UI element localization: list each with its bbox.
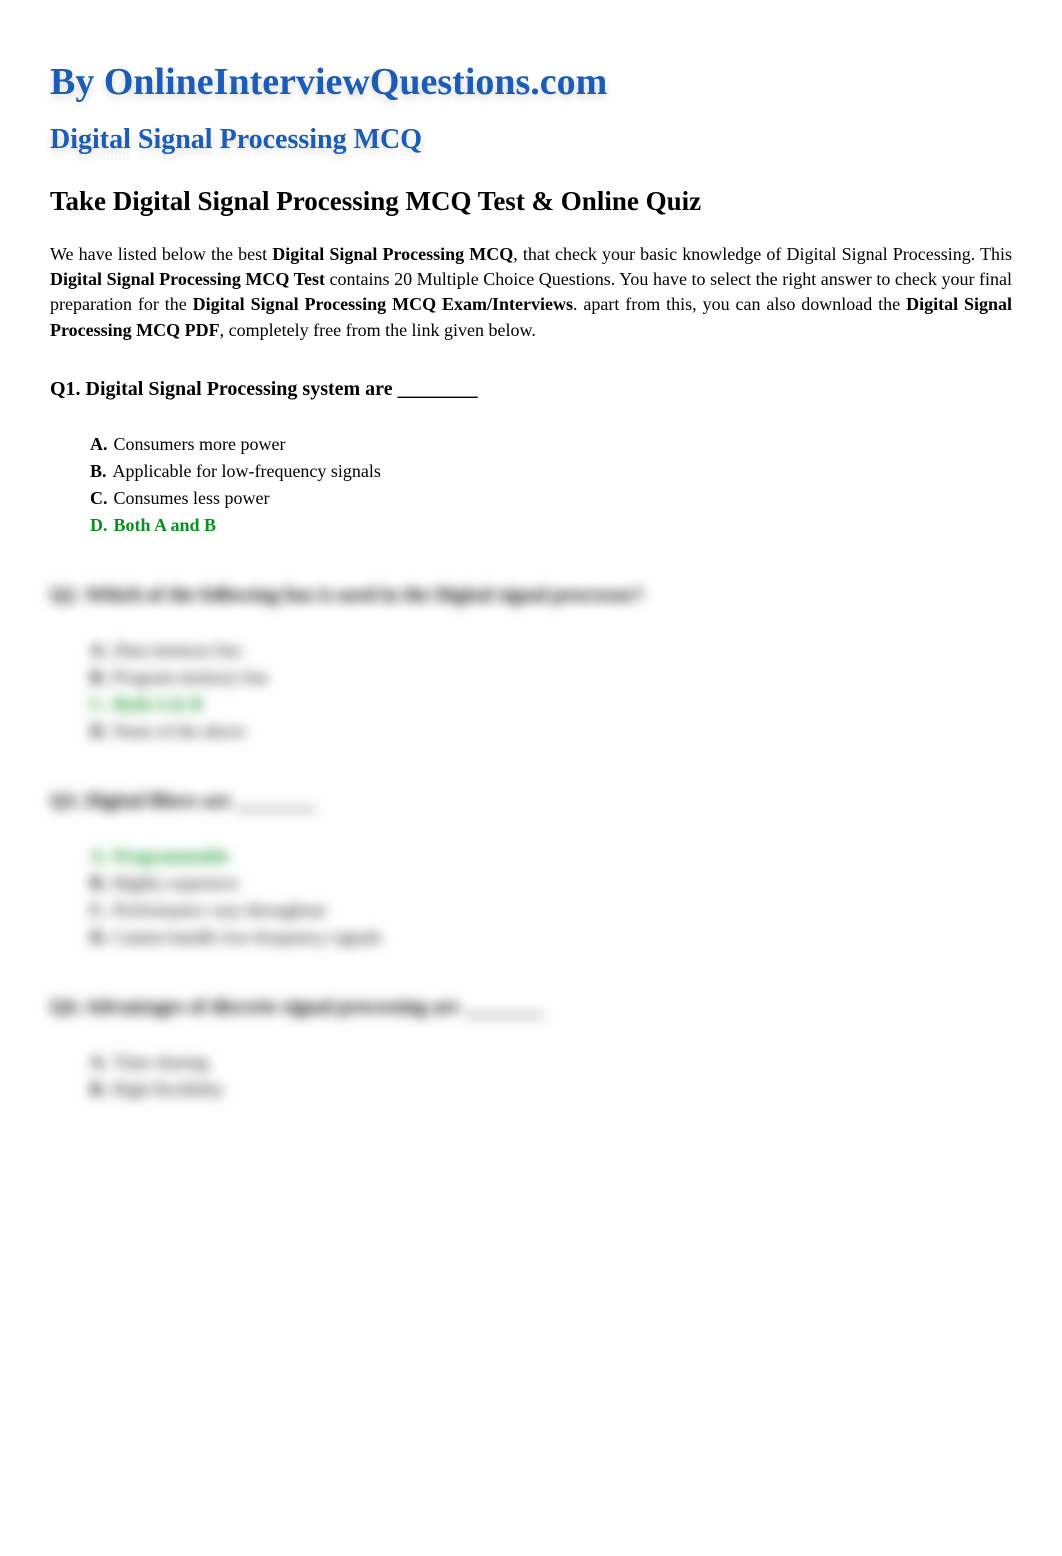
- question-text: Q2. Which of the following bus is used i…: [50, 584, 1012, 607]
- intro-bold-3: Digital Signal Processing MCQ Exam/Inter…: [193, 294, 573, 314]
- intro-text-1: We have listed below the best: [50, 244, 272, 264]
- answer-option[interactable]: A.Programmable: [90, 843, 1012, 870]
- answer-text: Applicable for low-frequency signals: [113, 458, 381, 485]
- questions-container: Q1. Digital Signal Processing system are…: [50, 378, 1012, 1103]
- sub-title[interactable]: Digital Signal Processing MCQ: [50, 124, 1012, 156]
- intro-paragraph: We have listed below the best Digital Si…: [50, 242, 1012, 343]
- answer-text: Consumes less power: [114, 485, 270, 512]
- intro-text-4: . apart from this, you can also download…: [573, 294, 906, 314]
- answer-text: Highly expensive: [113, 870, 239, 897]
- question-text: Q3. Digital filters are ________: [50, 790, 1012, 813]
- answer-option[interactable]: A.Consumers more power: [90, 431, 1012, 458]
- question-text: Q1. Digital Signal Processing system are…: [50, 378, 1012, 401]
- question-text: Q4. Advantages of discrete signal proces…: [50, 996, 1012, 1019]
- answer-letter: D.: [90, 718, 108, 745]
- answer-option[interactable]: B.Highly expensive: [90, 870, 1012, 897]
- answer-letter: A.: [90, 431, 108, 458]
- answers-list: A.Data memory busB.Program memory busC.B…: [50, 637, 1012, 745]
- answer-text: Time sharing: [114, 1049, 209, 1076]
- answer-option[interactable]: B.Applicable for low-frequency signals: [90, 458, 1012, 485]
- intro-bold-1: Digital Signal Processing MCQ: [272, 244, 513, 264]
- answer-option[interactable]: B.Program memory bus: [90, 664, 1012, 691]
- answer-option[interactable]: C.Consumes less power: [90, 485, 1012, 512]
- answers-list: A.ProgrammableB.Highly expensiveC.Perfor…: [50, 843, 1012, 951]
- question-block: Q2. Which of the following bus is used i…: [50, 584, 1012, 745]
- answer-letter: B.: [90, 664, 107, 691]
- answer-text: Consumers more power: [114, 431, 286, 458]
- answer-letter: C.: [90, 485, 108, 512]
- answer-letter: B.: [90, 1076, 107, 1103]
- answer-text: High flexibility: [113, 1076, 225, 1103]
- section-heading: Take Digital Signal Processing MCQ Test …: [50, 186, 1012, 217]
- answer-letter: D.: [90, 512, 108, 539]
- answer-text: Performance vary throughout: [114, 897, 326, 924]
- answer-text: Both A and B: [114, 512, 217, 539]
- answer-letter: A.: [90, 637, 108, 664]
- answer-text: Data memory bus: [114, 637, 242, 664]
- answers-list: A.Consumers more powerB.Applicable for l…: [50, 431, 1012, 539]
- question-block: Q1. Digital Signal Processing system are…: [50, 378, 1012, 539]
- answer-letter: B.: [90, 458, 107, 485]
- intro-text-2: , that check your basic knowledge of Dig…: [513, 244, 1012, 264]
- question-block: Q4. Advantages of discrete signal proces…: [50, 996, 1012, 1103]
- answer-option[interactable]: D.Both A and B: [90, 512, 1012, 539]
- question-block: Q3. Digital filters are ________ A.Progra…: [50, 790, 1012, 951]
- answer-option[interactable]: D.Cannot handle low-frequency signals: [90, 924, 1012, 951]
- answer-letter: B.: [90, 870, 107, 897]
- answer-option[interactable]: A.Data memory bus: [90, 637, 1012, 664]
- answer-letter: A.: [90, 843, 108, 870]
- intro-text-5: , completely free from the link given be…: [220, 320, 536, 340]
- answer-text: Both A & B: [114, 691, 203, 718]
- answer-option[interactable]: C.Both A & B: [90, 691, 1012, 718]
- answer-letter: C.: [90, 897, 108, 924]
- answer-text: Cannot handle low-frequency signals: [114, 924, 382, 951]
- answer-text: Programmable: [114, 843, 230, 870]
- answer-text: None of the above: [114, 718, 246, 745]
- answers-list: A.Time sharingB.High flexibility: [50, 1049, 1012, 1103]
- main-title[interactable]: By OnlineInterviewQuestions.com: [50, 60, 1012, 104]
- answer-option[interactable]: D.None of the above: [90, 718, 1012, 745]
- answer-text: Program memory bus: [113, 664, 269, 691]
- answer-letter: A.: [90, 1049, 108, 1076]
- intro-bold-2: Digital Signal Processing MCQ Test: [50, 269, 325, 289]
- answer-option[interactable]: B.High flexibility: [90, 1076, 1012, 1103]
- answer-option[interactable]: C.Performance vary throughout: [90, 897, 1012, 924]
- answer-letter: D.: [90, 924, 108, 951]
- answer-letter: C.: [90, 691, 108, 718]
- answer-option[interactable]: A.Time sharing: [90, 1049, 1012, 1076]
